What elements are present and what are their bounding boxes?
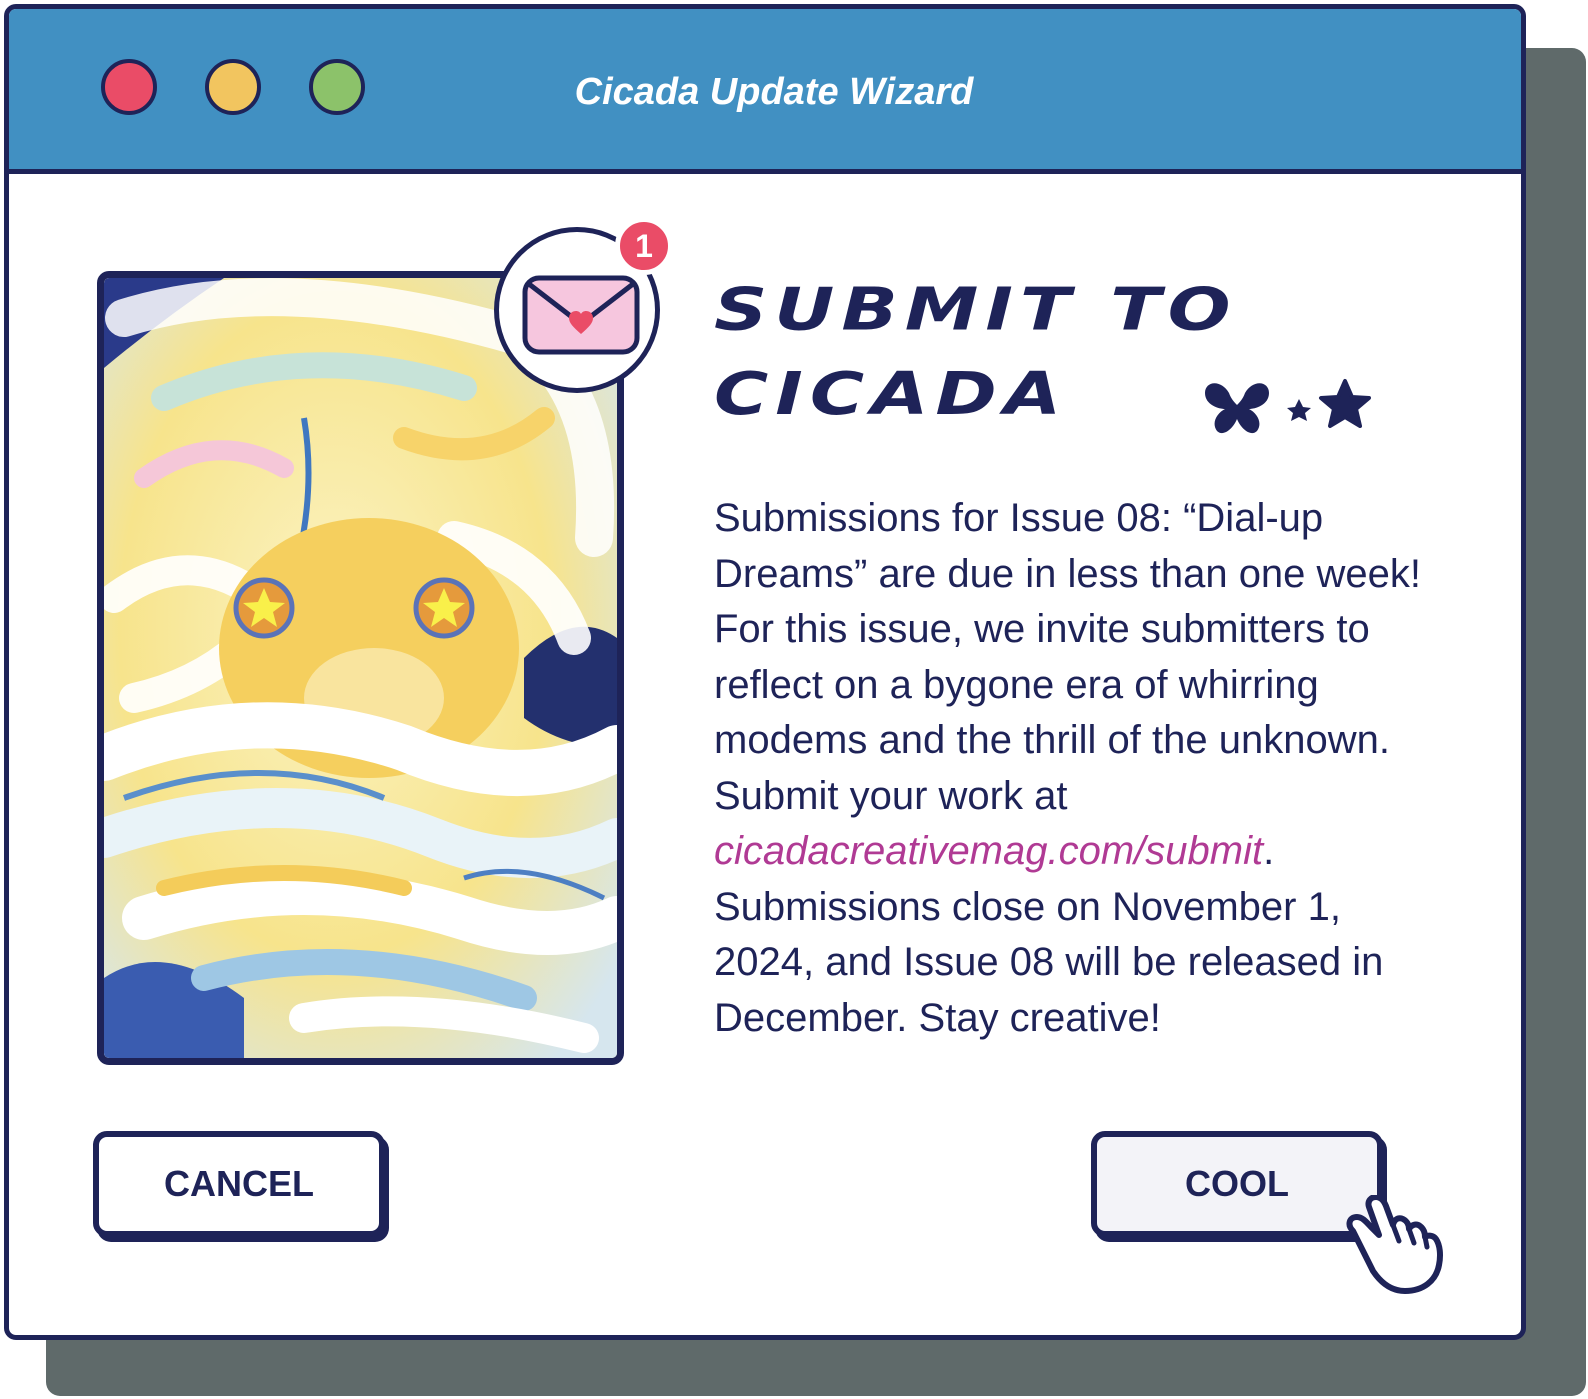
- notification-badge: 1: [615, 217, 673, 275]
- artwork-illustration: [104, 278, 617, 1058]
- window-title: Cicada Update Wizard: [574, 71, 974, 113]
- wizard-window: Cicada Update Wizard 1 SUBMIT TO CICADA …: [4, 4, 1526, 1340]
- maximize-window-button[interactable]: [309, 59, 365, 115]
- announcement-text: Submissions for Issue 08: “Dial-up Dream…: [714, 491, 1434, 1046]
- submit-link[interactable]: cicadacreativemag.com/submit: [714, 829, 1263, 873]
- hand-pointer-icon: [1346, 1195, 1443, 1294]
- cancel-button[interactable]: CANCEL: [93, 1131, 385, 1237]
- title-bar[interactable]: Cicada Update Wizard: [9, 9, 1521, 174]
- artwork-image: [97, 271, 624, 1065]
- announcement-text-part-1: Submissions for Issue 08: “Dial-up Dream…: [714, 496, 1422, 818]
- minimize-window-button[interactable]: [205, 59, 261, 115]
- heading-line-1: SUBMIT TO: [714, 275, 1238, 344]
- butterfly-star-icon: [1205, 379, 1371, 434]
- close-window-button[interactable]: [101, 59, 157, 115]
